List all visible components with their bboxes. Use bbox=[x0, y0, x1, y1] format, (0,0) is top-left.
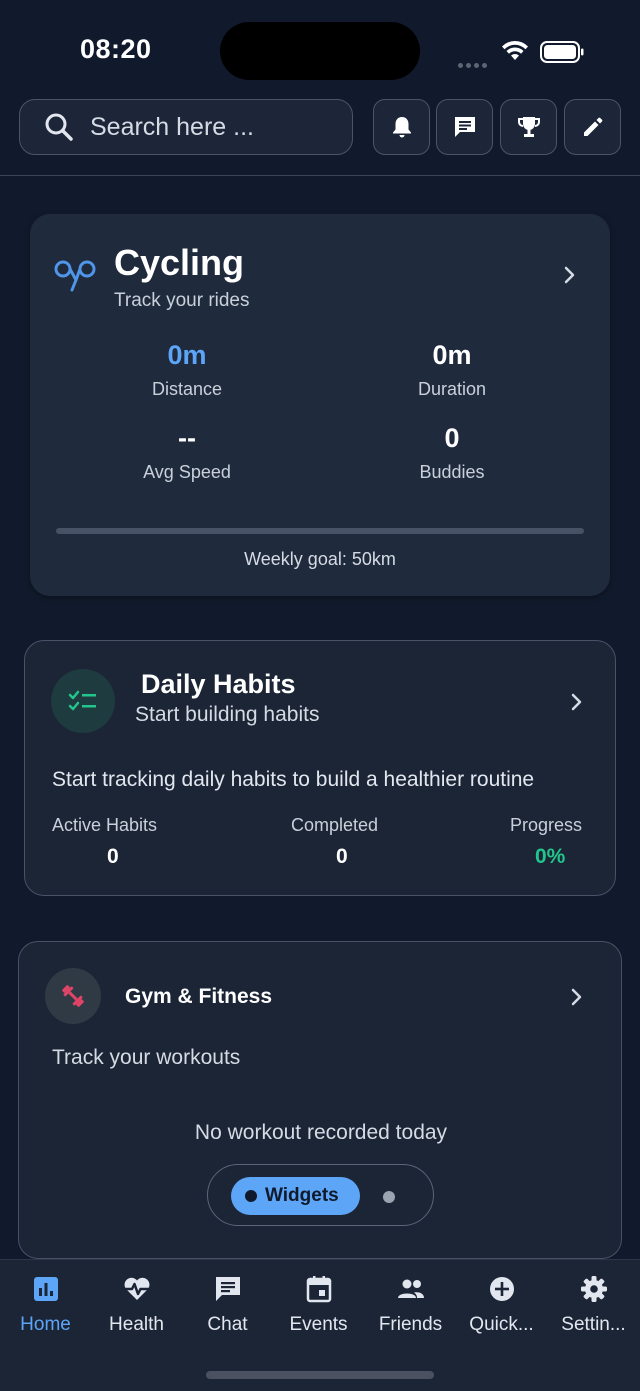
chevron-right-icon bbox=[571, 988, 582, 1006]
nav-label: Home bbox=[20, 1314, 71, 1335]
bottom-nav: Home Health Chat Events Friends Quick...… bbox=[0, 1259, 640, 1391]
cycling-subtitle: Track your rides bbox=[114, 290, 250, 311]
nav-label: Chat bbox=[207, 1314, 248, 1335]
nav-health[interactable]: Health bbox=[91, 1274, 182, 1336]
calendar-icon bbox=[306, 1276, 331, 1303]
widgets-tab[interactable]: Widgets bbox=[231, 1177, 360, 1215]
messages-button[interactable] bbox=[436, 99, 493, 155]
bell-icon bbox=[392, 117, 411, 138]
dot-icon bbox=[245, 1190, 257, 1202]
nav-events[interactable]: Events bbox=[273, 1274, 364, 1336]
gym-empty-state: No workout recorded today bbox=[194, 1121, 448, 1144]
home-indicator bbox=[206, 1371, 434, 1379]
plus-circle-icon bbox=[489, 1277, 514, 1301]
stat-label: Buddies bbox=[419, 462, 485, 482]
gym-icon-badge bbox=[45, 968, 101, 1024]
notifications-button[interactable] bbox=[373, 99, 430, 155]
stat-duration: 0m Duration bbox=[322, 340, 582, 400]
habits-title: Daily Habits bbox=[141, 669, 296, 699]
people-icon bbox=[397, 1279, 424, 1298]
stat-distance: 0m Distance bbox=[57, 340, 317, 400]
habit-stat-value: 0% bbox=[535, 845, 566, 868]
wifi-icon bbox=[502, 40, 528, 60]
weekly-goal-text: Weekly goal: 50km bbox=[244, 549, 396, 569]
stat-label: Distance bbox=[151, 379, 223, 399]
habit-stat-label: Completed bbox=[291, 815, 379, 835]
signal-icon bbox=[458, 55, 492, 68]
cycling-card[interactable]: Cycling Track your rides 0m Distance 0m … bbox=[30, 214, 610, 596]
status-bar: 08:20 bbox=[0, 0, 640, 96]
nav-home[interactable]: Home bbox=[0, 1274, 91, 1336]
battery-icon bbox=[540, 41, 584, 63]
nav-friends[interactable]: Friends bbox=[365, 1274, 456, 1336]
camera-notch bbox=[220, 22, 420, 80]
habit-stat-value: 0 bbox=[107, 845, 119, 868]
search-icon bbox=[45, 113, 73, 141]
heart-pulse-icon bbox=[123, 1277, 150, 1300]
chart-icon bbox=[33, 1277, 58, 1301]
nav-label: Events bbox=[289, 1314, 348, 1335]
message-icon bbox=[454, 117, 475, 137]
chevron-right-icon bbox=[564, 266, 575, 284]
status-time: 08:20 bbox=[80, 34, 152, 64]
widget-page-selector: Widgets bbox=[207, 1164, 434, 1226]
cycling-icon bbox=[54, 260, 96, 292]
stat-avg-speed: -- Avg Speed bbox=[57, 423, 317, 483]
habits-description: Start tracking daily habits to build a h… bbox=[52, 768, 535, 791]
search-input[interactable]: Search here ... bbox=[19, 99, 353, 155]
trophy-icon bbox=[517, 117, 540, 137]
habit-stat-label: Active Habits bbox=[52, 815, 158, 835]
checklist-icon bbox=[68, 690, 96, 711]
habits-icon-badge bbox=[51, 669, 115, 733]
nav-settings[interactable]: Settin... bbox=[548, 1274, 639, 1336]
dumbbell-icon bbox=[62, 985, 84, 1007]
chevron-right-icon bbox=[571, 693, 582, 711]
nav-chat[interactable]: Chat bbox=[182, 1274, 273, 1336]
gear-icon bbox=[580, 1276, 607, 1302]
nav-label: Settin... bbox=[561, 1314, 626, 1335]
stat-label: Duration bbox=[417, 379, 487, 399]
habit-stat-label: Progress bbox=[510, 815, 583, 835]
daily-habits-card[interactable]: Daily Habits Start building habits Start… bbox=[24, 640, 616, 896]
stat-value: 0 bbox=[444, 423, 460, 453]
edit-icon bbox=[583, 117, 602, 136]
stat-value: -- bbox=[178, 423, 196, 453]
gym-subtitle: Track your workouts bbox=[52, 1046, 241, 1069]
gym-title: Gym & Fitness bbox=[125, 985, 273, 1008]
chat-icon bbox=[215, 1277, 240, 1301]
page-dot[interactable] bbox=[383, 1191, 395, 1203]
achievements-button[interactable] bbox=[500, 99, 557, 155]
habits-subtitle: Start building habits bbox=[135, 703, 320, 726]
search-placeholder: Search here ... bbox=[90, 112, 254, 141]
edit-button[interactable] bbox=[564, 99, 621, 155]
widgets-tab-label: Widgets bbox=[265, 1185, 339, 1206]
stat-value: 0m bbox=[432, 340, 472, 370]
weekly-goal-progress bbox=[56, 528, 584, 534]
nav-label: Health bbox=[109, 1314, 164, 1335]
habit-stat-value: 0 bbox=[336, 845, 348, 868]
stat-label: Avg Speed bbox=[143, 462, 231, 482]
top-header: Search here ... bbox=[0, 96, 640, 176]
stat-value: 0m bbox=[167, 340, 207, 370]
nav-label: Quick... bbox=[469, 1314, 534, 1335]
nav-label: Friends bbox=[378, 1314, 443, 1335]
cycling-title: Cycling bbox=[114, 242, 245, 283]
gym-fitness-card[interactable]: Gym & Fitness Track your workouts No wor… bbox=[18, 941, 622, 1259]
nav-quick-actions[interactable]: Quick... bbox=[456, 1274, 547, 1336]
stat-buddies: 0 Buddies bbox=[322, 423, 582, 483]
